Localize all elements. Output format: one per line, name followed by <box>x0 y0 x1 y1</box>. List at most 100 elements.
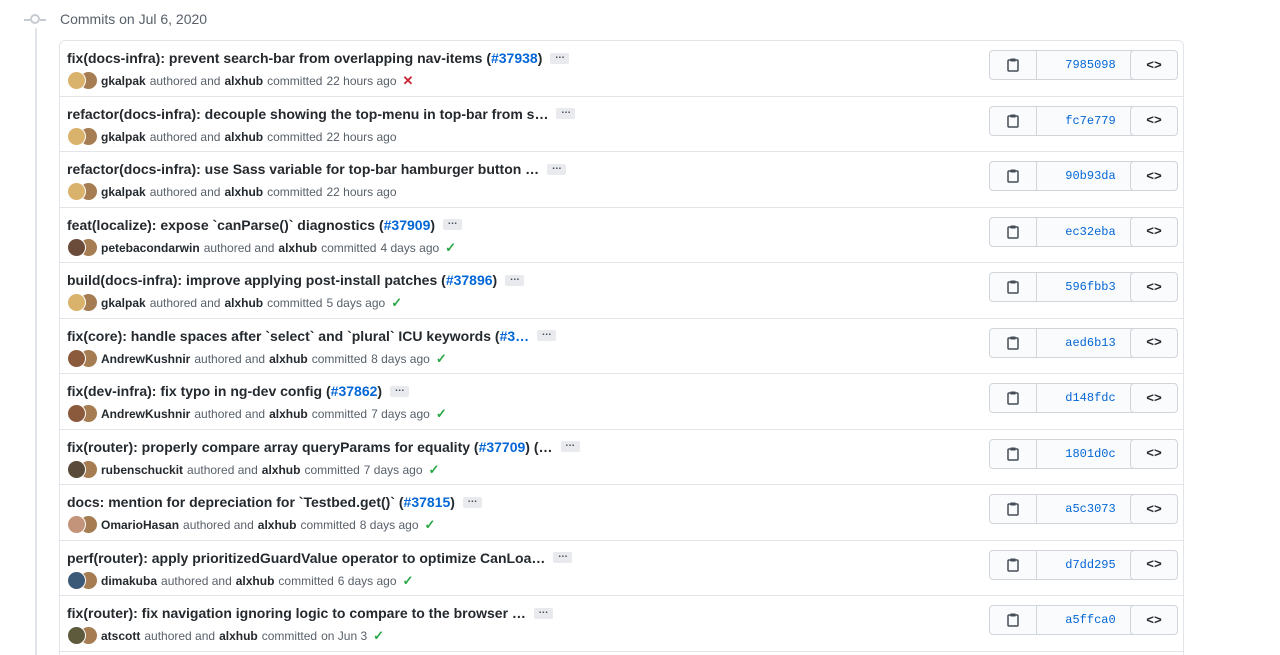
expand-message-button[interactable]: … <box>553 550 573 563</box>
avatar-stack[interactable] <box>67 404 99 424</box>
avatar-stack[interactable] <box>67 459 99 480</box>
committer-link[interactable]: alxhub <box>224 185 263 199</box>
author-avatar[interactable] <box>67 404 86 423</box>
commit-sha-link[interactable]: fc7e779 <box>1037 107 1144 135</box>
expand-message-button[interactable]: … <box>390 383 410 397</box>
status-failure-icon[interactable]: ✕ <box>403 73 414 89</box>
status-success-icon[interactable]: ✓ <box>436 351 447 367</box>
expand-message-button[interactable]: … <box>505 272 525 286</box>
commit-sha-link[interactable]: d148fdc <box>1037 384 1144 412</box>
author-avatar[interactable] <box>67 126 86 146</box>
commit-message[interactable]: fix(core): handle spaces after `select` … <box>67 328 500 344</box>
commit-sha-link[interactable]: 596fbb3 <box>1037 273 1144 301</box>
browse-repo-button[interactable]: <> <box>1130 50 1178 80</box>
pr-link[interactable]: #37896 <box>446 272 493 288</box>
author-link[interactable]: AndrewKushnir <box>101 407 190 421</box>
commit-sha-link[interactable]: 90b93da <box>1037 162 1144 190</box>
commit-message[interactable]: docs: mention for depreciation for `Test… <box>67 494 404 510</box>
committer-link[interactable]: alxhub <box>269 352 308 366</box>
author-avatar[interactable] <box>67 626 86 645</box>
author-link[interactable]: OmarioHasan <box>101 518 179 532</box>
browse-repo-button[interactable]: <> <box>1130 494 1178 524</box>
committer-link[interactable]: alxhub <box>258 518 297 532</box>
browse-repo-button[interactable]: <> <box>1130 438 1178 469</box>
avatar-stack[interactable] <box>67 71 99 91</box>
committer-link[interactable]: alxhub <box>278 241 317 255</box>
status-success-icon[interactable]: ✓ <box>391 295 402 311</box>
copy-sha-button[interactable] <box>990 606 1037 634</box>
committer-link[interactable]: alxhub <box>224 74 263 88</box>
pr-link[interactable]: #37938 <box>491 50 538 66</box>
avatar-stack[interactable] <box>67 293 99 313</box>
commit-message[interactable]: fix(docs-infra): prevent search-bar from… <box>67 50 491 66</box>
pr-link[interactable]: #3… <box>500 328 530 344</box>
author-link[interactable]: petebacondarwin <box>101 241 200 255</box>
expand-message-button[interactable]: … <box>550 50 570 64</box>
commit-message[interactable]: feat(localize): expose `canParse()` diag… <box>67 217 384 233</box>
commit-title[interactable]: perf(router): apply prioritizedGuardValu… <box>67 550 573 566</box>
commit-title[interactable]: docs: mention for depreciation for `Test… <box>67 494 482 510</box>
avatar-stack[interactable] <box>67 626 99 646</box>
copy-sha-button[interactable] <box>990 384 1037 412</box>
browse-repo-button[interactable]: <> <box>1130 216 1178 247</box>
commit-message[interactable]: refactor(docs-infra): use Sass variable … <box>67 161 539 177</box>
status-success-icon[interactable]: ✓ <box>436 406 447 422</box>
avatar-stack[interactable] <box>67 515 99 535</box>
commit-sha-link[interactable]: aed6b13 <box>1037 329 1144 357</box>
commit-sha-link[interactable]: 7985098 <box>1037 51 1144 79</box>
pr-link[interactable]: #37909 <box>384 217 431 233</box>
commit-title[interactable]: fix(core): handle spaces after `select` … <box>67 328 557 344</box>
commit-title[interactable]: fix(router): fix navigation ignoring log… <box>67 605 553 621</box>
copy-sha-button[interactable] <box>990 439 1037 468</box>
commit-title[interactable]: fix(dev-infra): fix typo in ng-dev confi… <box>67 383 410 399</box>
status-success-icon[interactable]: ✓ <box>445 240 456 256</box>
author-avatar[interactable] <box>67 570 86 590</box>
expand-message-button[interactable]: … <box>443 217 463 230</box>
commit-message[interactable]: perf(router): apply prioritizedGuardValu… <box>67 550 545 566</box>
browse-repo-button[interactable]: <> <box>1130 383 1178 413</box>
copy-sha-button[interactable] <box>990 495 1037 523</box>
committer-link[interactable]: alxhub <box>219 629 258 643</box>
commit-message[interactable]: fix(router): fix navigation ignoring log… <box>67 605 526 621</box>
commit-title[interactable]: fix(router): properly compare array quer… <box>67 439 580 455</box>
avatar-stack[interactable] <box>67 570 99 591</box>
author-avatar[interactable] <box>67 459 86 479</box>
browse-repo-button[interactable]: <> <box>1130 549 1178 580</box>
commit-message[interactable]: fix(router): properly compare array quer… <box>67 439 479 455</box>
committer-link[interactable]: alxhub <box>262 463 301 477</box>
author-link[interactable]: rubenschuckit <box>101 463 183 477</box>
browse-repo-button[interactable]: <> <box>1130 105 1178 136</box>
author-avatar[interactable] <box>67 348 86 368</box>
author-avatar[interactable] <box>67 237 86 257</box>
commit-sha-link[interactable]: ec32eba <box>1037 218 1144 246</box>
commit-sha-link[interactable]: d7dd295 <box>1037 551 1144 579</box>
status-success-icon[interactable]: ✓ <box>425 517 436 533</box>
copy-sha-button[interactable] <box>990 51 1037 79</box>
expand-message-button[interactable]: … <box>533 605 553 619</box>
commit-message[interactable]: build(docs-infra): improve applying post… <box>67 272 446 288</box>
copy-sha-button[interactable] <box>990 106 1037 135</box>
commit-title[interactable]: fix(docs-infra): prevent search-bar from… <box>67 50 570 66</box>
copy-sha-button[interactable] <box>990 550 1037 579</box>
author-avatar[interactable] <box>67 71 86 90</box>
commit-message[interactable]: fix(dev-infra): fix typo in ng-dev confi… <box>67 383 331 399</box>
author-link[interactable]: AndrewKushnir <box>101 352 190 366</box>
commit-title[interactable]: refactor(docs-infra): decouple showing t… <box>67 106 576 122</box>
copy-sha-button[interactable] <box>990 162 1037 190</box>
status-success-icon[interactable]: ✓ <box>373 628 384 644</box>
status-success-icon[interactable]: ✓ <box>429 462 440 478</box>
expand-message-button[interactable]: … <box>560 439 580 452</box>
browse-repo-button[interactable]: <> <box>1130 161 1178 191</box>
expand-message-button[interactable]: … <box>547 161 567 175</box>
author-link[interactable]: gkalpak <box>101 296 146 310</box>
pr-link[interactable]: #37815 <box>404 494 451 510</box>
committer-link[interactable]: alxhub <box>236 574 275 588</box>
avatar-stack[interactable] <box>67 126 99 147</box>
avatar-stack[interactable] <box>67 182 99 202</box>
commit-title[interactable]: refactor(docs-infra): use Sass variable … <box>67 161 567 177</box>
committer-link[interactable]: alxhub <box>269 407 308 421</box>
author-link[interactable]: gkalpak <box>101 185 146 199</box>
commit-title[interactable]: feat(localize): expose `canParse()` diag… <box>67 217 463 233</box>
author-avatar[interactable] <box>67 515 86 534</box>
browse-repo-button[interactable]: <> <box>1130 272 1178 302</box>
